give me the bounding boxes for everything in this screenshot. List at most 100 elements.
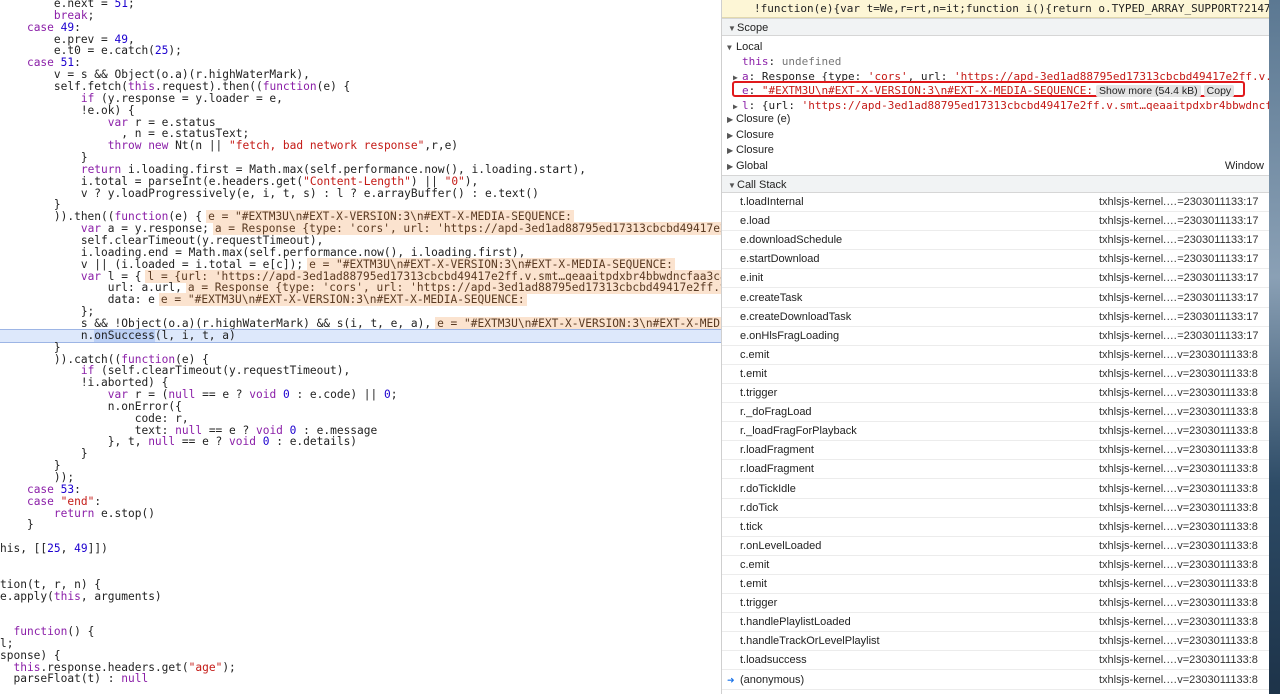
code-line[interactable]: e.next = 51;: [0, 0, 721, 10]
call-stack-frame[interactable]: t.handleTrackOrLevelPlaylist txhlsjs-kern…: [722, 632, 1270, 652]
frame-location[interactable]: txhlsjs-kernel.…v=2303011133:8: [1099, 537, 1258, 556]
triangle-down-icon: ▼: [727, 43, 732, 52]
frame-location[interactable]: txhlsjs-kernel.…v=2303011133:8: [1099, 365, 1258, 384]
call-stack-frame[interactable]: c.emit txhlsjs-kernel.…v=2303011133:8: [722, 556, 1270, 575]
call-stack-frame[interactable]: t.emit txhlsjs-kernel.…v=2303011133:8: [722, 365, 1270, 384]
code-line[interactable]: throw new Nt(n || "fetch, bad network re…: [0, 140, 721, 152]
code-line[interactable]: case 53:: [0, 483, 721, 496]
frame-location[interactable]: txhlsjs-kernel.…=2303011133:17: [1099, 308, 1259, 327]
frame-location[interactable]: txhlsjs-kernel.…=2303011133:17: [1099, 212, 1259, 231]
frame-location[interactable]: txhlsjs-kernel.…=2303011133:17: [1099, 193, 1259, 212]
scope-var-e[interactable]: e: "#EXTM3U\n#EXT-X-VERSION:3\n#EXT-X-ME…: [722, 83, 1270, 98]
call-stack-frame[interactable]: r._doFragLoad txhlsjs-kernel.…v=230301113…: [722, 403, 1270, 423]
call-stack-frame[interactable]: t.loadsuccess txhlsjs-kernel.…v=230301113…: [722, 651, 1270, 671]
code-line[interactable]: his, [[25, 49]]): [0, 543, 721, 555]
code-line[interactable]: s && !Object(o.a)(r.highWaterMark) && s(…: [0, 316, 721, 330]
code-line[interactable]: ));: [0, 472, 721, 484]
frame-function-name: e.init: [740, 272, 764, 285]
code-line[interactable]: [0, 555, 721, 567]
frame-location[interactable]: txhlsjs-kernel.…v=2303011133:8: [1099, 556, 1258, 575]
code-line[interactable]: v ? y.loadProgressively(e, i, t, s) : l …: [0, 187, 721, 200]
code-line[interactable]: [0, 567, 721, 579]
call-stack-frame[interactable]: r._loadFragForPlayback txhlsjs-kernel.…v=…: [722, 422, 1270, 442]
code-line[interactable]: function() {: [0, 626, 721, 638]
scope-closure[interactable]: ▶ Closure: [722, 143, 1270, 158]
code-line[interactable]: [0, 614, 721, 626]
frame-location[interactable]: txhlsjs-kernel.…v=2303011133:8: [1099, 518, 1258, 537]
code-token: ,r,e): [424, 139, 459, 153]
code-line[interactable]: }: [0, 460, 721, 472]
scope-closure-e[interactable]: ▶ Closure (e): [722, 112, 1270, 127]
scope-local[interactable]: ▼ Local: [722, 39, 1270, 54]
code-line[interactable]: data: ee = "#EXTM3U\n#EXT-X-VERSION:3\n#…: [0, 293, 721, 307]
call-stack-frame[interactable]: c.emit txhlsjs-kernel.…v=2303011133:8: [722, 346, 1270, 365]
call-stack-frame[interactable]: e.downloadSchedule txhlsjs-kernel.…=23030…: [722, 231, 1270, 251]
frame-location[interactable]: txhlsjs-kernel.…v=2303011133:8: [1099, 480, 1258, 499]
frame-location[interactable]: txhlsjs-kernel.…v=2303011133:8: [1099, 499, 1258, 518]
code-line[interactable]: return e.stop(): [0, 507, 721, 520]
triangle-right-icon: ▶: [727, 115, 734, 124]
code-token: "age": [188, 660, 223, 674]
frame-location[interactable]: txhlsjs-kernel.…v=2303011133:8: [1099, 346, 1258, 365]
call-stack-frame[interactable]: e.createTask txhlsjs-kernel.…=2303011133:…: [722, 289, 1270, 308]
frame-location[interactable]: txhlsjs-kernel.…=2303011133:17: [1099, 327, 1259, 346]
scope-var-this[interactable]: this: undefined: [722, 54, 1270, 69]
call-stack-frame[interactable]: t.trigger txhlsjs-kernel.…v=2303011133:8: [722, 384, 1270, 403]
call-stack-frame[interactable]: r.loadFragment txhlsjs-kernel.…v=23030111…: [722, 441, 1270, 461]
code-line[interactable]: [0, 602, 721, 614]
frame-location[interactable]: txhlsjs-kernel.…v=2303011133:8: [1099, 460, 1258, 479]
code-line[interactable]: e.apply(this, arguments): [0, 590, 721, 603]
callstack-section-header[interactable]: ▼Call Stack: [722, 175, 1270, 193]
frame-location[interactable]: txhlsjs-kernel.…v=2303011133:8: [1099, 632, 1258, 651]
frame-location[interactable]: txhlsjs-kernel.…=2303011133:17: [1099, 289, 1259, 308]
frame-location[interactable]: txhlsjs-kernel.…=2303011133:17: [1099, 231, 1259, 250]
frame-location[interactable]: txhlsjs-kernel.…v=2303011133:8: [1099, 403, 1258, 422]
call-stack-frame[interactable]: t.handlePlaylistLoaded txhlsjs-kernel.…v=…: [722, 613, 1270, 633]
call-stack-frame[interactable]: r.doTick txhlsjs-kernel.…v=2303011133:8: [722, 499, 1270, 518]
call-stack-frame[interactable]: e.load txhlsjs-kernel.…=2303011133:17: [722, 212, 1270, 232]
scope-section-header[interactable]: ▼Scope: [722, 18, 1270, 36]
code-token: 0: [282, 388, 290, 402]
code-line[interactable]: [0, 531, 721, 543]
async-arrow-icon: ➜: [727, 674, 735, 685]
frame-location[interactable]: txhlsjs-kernel.…v=2303011133:8: [1099, 422, 1258, 441]
frame-location[interactable]: txhlsjs-kernel.…v=2303011133:8: [1099, 575, 1258, 594]
scope-var-l[interactable]: ▶ l: {url: 'https://apd-3ed1ad88795ed1731…: [722, 98, 1270, 113]
code-line[interactable]: }, t, null == e ? void 0 : e.details): [0, 436, 721, 448]
call-stack-frame[interactable]: t.trigger txhlsjs-kernel.…v=2303011133:8: [722, 594, 1270, 614]
call-stack-frame[interactable]: e.createDownloadTask txhlsjs-kernel.…=230…: [722, 308, 1270, 327]
scope-closure[interactable]: ▶ Closure: [722, 128, 1270, 143]
code-line[interactable]: break;: [0, 9, 721, 22]
code-line[interactable]: parseFloat(t) : null: [0, 673, 721, 685]
code-token: ;: [390, 388, 398, 402]
scope-global[interactable]: ▶ Global Window: [722, 159, 1270, 174]
frame-location[interactable]: txhlsjs-kernel.…=2303011133:17: [1099, 269, 1259, 288]
call-stack-frame[interactable]: e.startDownload txhlsjs-kernel.…=23030111…: [722, 250, 1270, 270]
frame-location[interactable]: txhlsjs-kernel.…v=2303011133:8: [1099, 594, 1258, 613]
code-line[interactable]: l;: [0, 637, 721, 650]
frame-function-name: r.doTickIdle: [740, 482, 796, 495]
code-line[interactable]: }: [0, 448, 721, 460]
call-stack-frame[interactable]: r.onLevelLoaded txhlsjs-kernel.…v=2303011…: [722, 537, 1270, 556]
copy-button[interactable]: Copy: [1203, 85, 1235, 97]
frame-location[interactable]: txhlsjs-kernel.…v=2303011133:8: [1099, 384, 1258, 403]
code-line[interactable]: }: [0, 519, 721, 531]
frame-location[interactable]: txhlsjs-kernel.…v=2303011133:8: [1099, 613, 1258, 632]
call-stack-frame[interactable]: e.onHlsFragLoading txhlsjs-kernel.…=23030…: [722, 327, 1270, 346]
code-line[interactable]: e.t0 = e.catch(25);: [0, 45, 721, 57]
call-stack-frame[interactable]: t.loadInternal txhlsjs-kernel.…=230301113…: [722, 193, 1270, 212]
show-more-button[interactable]: Show more (54.4 kB): [1096, 85, 1201, 97]
call-stack-frame[interactable]: t.emit txhlsjs-kernel.…v=2303011133:8: [722, 575, 1270, 594]
code-editor[interactable]: e.next = 51; break; case 49: e.prev = 49…: [0, 0, 721, 694]
current-execution-line[interactable]: n.onSuccess(l, i, t, a): [0, 328, 721, 343]
frame-location[interactable]: txhlsjs-kernel.…v=2303011133:8: [1099, 671, 1258, 690]
frame-location[interactable]: txhlsjs-kernel.…=2303011133:17: [1099, 250, 1259, 269]
call-stack-frame[interactable]: e.init txhlsjs-kernel.…=2303011133:17: [722, 269, 1270, 289]
frame-location[interactable]: txhlsjs-kernel.…v=2303011133:8: [1099, 651, 1258, 670]
call-stack-frame[interactable]: r.loadFragment txhlsjs-kernel.…v=23030111…: [722, 460, 1270, 480]
code-token: );: [168, 44, 182, 58]
call-stack-frame[interactable]: r.doTickIdle txhlsjs-kernel.…v=2303011133…: [722, 480, 1270, 499]
frame-location[interactable]: txhlsjs-kernel.…v=2303011133:8: [1099, 441, 1258, 460]
call-stack-frame[interactable]: ➜ (anonymous) txhlsjs-kernel.…v=2303011133…: [722, 671, 1270, 690]
call-stack-frame[interactable]: t.tick txhlsjs-kernel.…v=2303011133:8: [722, 518, 1270, 537]
